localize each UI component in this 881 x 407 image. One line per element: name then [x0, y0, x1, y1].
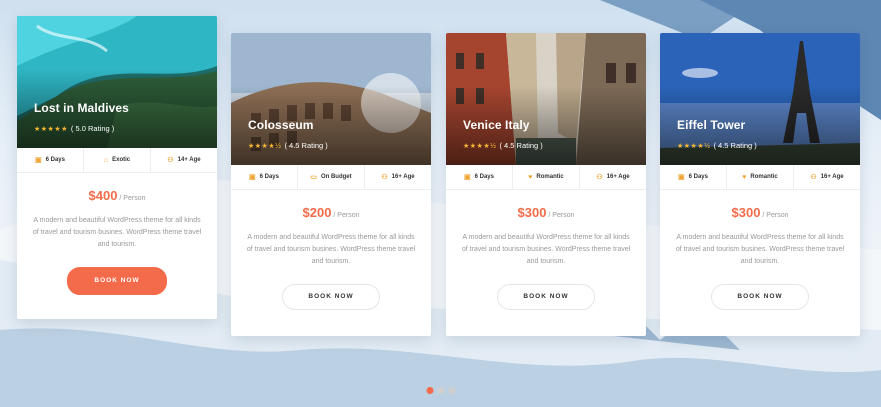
tour-description: A modern and beautiful WordPress theme f…: [675, 234, 845, 265]
category-label: On Budget: [320, 174, 352, 180]
duration-label: 6 Days: [259, 174, 279, 180]
tour-photo: Colosseum ★★★★½( 4.5 Rating ): [231, 33, 431, 165]
price-amount: $400: [88, 188, 118, 203]
price-amount: $300: [517, 205, 547, 220]
tour-card-eiffel[interactable]: Eiffel Tower ★★★★½( 4.5 Rating ) ▣ 6 Days…: [660, 33, 860, 336]
price: $300/ Person: [446, 204, 646, 222]
duration-label: 6 Days: [688, 174, 708, 180]
tour-card-colosseum[interactable]: Colosseum ★★★★½( 4.5 Rating ) ▣ 6 Days ▭ O…: [231, 33, 431, 336]
book-now-button[interactable]: BOOK NOW: [497, 284, 595, 310]
tour-title: Eiffel Tower: [677, 118, 746, 132]
tour-meta: ▣ 6 Days ♥ Romantic ⚇ 16+ Age: [446, 165, 646, 190]
people-icon: ⚇: [596, 174, 603, 181]
star-rating-icon: ★★★★½: [677, 142, 711, 150]
tour-card-maldives[interactable]: Lost in Maldives ★★★★★( 5.0 Rating ) ▣ 6 …: [17, 16, 217, 319]
tour-meta: ▣ 6 Days ⌂ Exotic ⚇ 14+ Age: [17, 148, 217, 173]
tour-card-venice[interactable]: Venice Italy ★★★★½( 4.5 Rating ) ▣ 6 Days…: [446, 33, 646, 336]
tour-photo: Venice Italy ★★★★½( 4.5 Rating ): [446, 33, 646, 165]
book-now-button[interactable]: BOOK NOW: [711, 284, 809, 310]
price: $200/ Person: [231, 204, 431, 222]
calendar-icon: ▣: [35, 157, 42, 164]
star-rating-icon: ★★★★★: [34, 125, 68, 133]
people-icon: ⚇: [381, 174, 388, 181]
calendar-icon: ▣: [249, 174, 256, 181]
rating-text: ( 4.5 Rating ): [284, 141, 328, 150]
wallet-icon: ▭: [310, 174, 317, 181]
price-unit: / Person: [548, 212, 575, 219]
tour-title: Venice Italy: [463, 118, 530, 132]
rating-text: ( 5.0 Rating ): [70, 124, 115, 133]
tour-photo: Lost in Maldives ★★★★★( 5.0 Rating ): [17, 16, 217, 148]
heart-icon: ♥: [742, 173, 747, 181]
price: $400/ Person: [17, 187, 217, 205]
duration-label: 6 Days: [474, 174, 494, 180]
category-label: Romantic: [536, 174, 564, 180]
price-unit: / Person: [119, 195, 146, 202]
carousel-dot-3[interactable]: [448, 387, 455, 394]
star-rating-icon: ★★★★½: [248, 142, 282, 150]
rating-text: ( 4.5 Rating ): [713, 141, 757, 150]
tour-description: A modern and beautiful WordPress theme f…: [246, 234, 416, 265]
category-label: Romantic: [750, 174, 778, 180]
carousel-pagination: [426, 387, 455, 394]
book-now-button[interactable]: BOOK NOW: [67, 267, 167, 295]
tour-title: Colosseum: [248, 118, 314, 132]
people-icon: ⚇: [167, 157, 174, 164]
age-label: 14+ Age: [177, 157, 201, 163]
tour-description: A modern and beautiful WordPress theme f…: [461, 234, 631, 265]
duration-label: 6 Days: [45, 157, 65, 163]
age-label: 16+ Age: [391, 174, 415, 180]
star-rating-icon: ★★★★½: [463, 142, 497, 150]
calendar-icon: ▣: [678, 174, 685, 181]
tour-meta: ▣ 6 Days ▭ On Budget ⚇ 16+ Age: [231, 165, 431, 190]
heart-icon: ♥: [528, 173, 533, 181]
carousel-dot-1[interactable]: [426, 387, 433, 394]
house-icon: ⌂: [103, 156, 109, 164]
price: $300/ Person: [660, 204, 860, 222]
category-label: Exotic: [112, 157, 131, 163]
price-amount: $200: [302, 205, 332, 220]
price-amount: $300: [731, 205, 761, 220]
age-label: 16+ Age: [820, 174, 844, 180]
tour-meta: ▣ 6 Days ♥ Romantic ⚇ 16+ Age: [660, 165, 860, 190]
price-unit: / Person: [762, 212, 789, 219]
tour-description: A modern and beautiful WordPress theme f…: [32, 217, 202, 248]
rating-text: ( 4.5 Rating ): [499, 141, 543, 150]
calendar-icon: ▣: [464, 174, 471, 181]
age-label: 16+ Age: [606, 174, 630, 180]
carousel-dot-2[interactable]: [437, 387, 444, 394]
tour-title: Lost in Maldives: [34, 101, 129, 115]
book-now-button[interactable]: BOOK NOW: [282, 284, 380, 310]
tour-photo: Eiffel Tower ★★★★½( 4.5 Rating ): [660, 33, 860, 165]
price-unit: / Person: [333, 212, 360, 219]
people-icon: ⚇: [810, 174, 817, 181]
